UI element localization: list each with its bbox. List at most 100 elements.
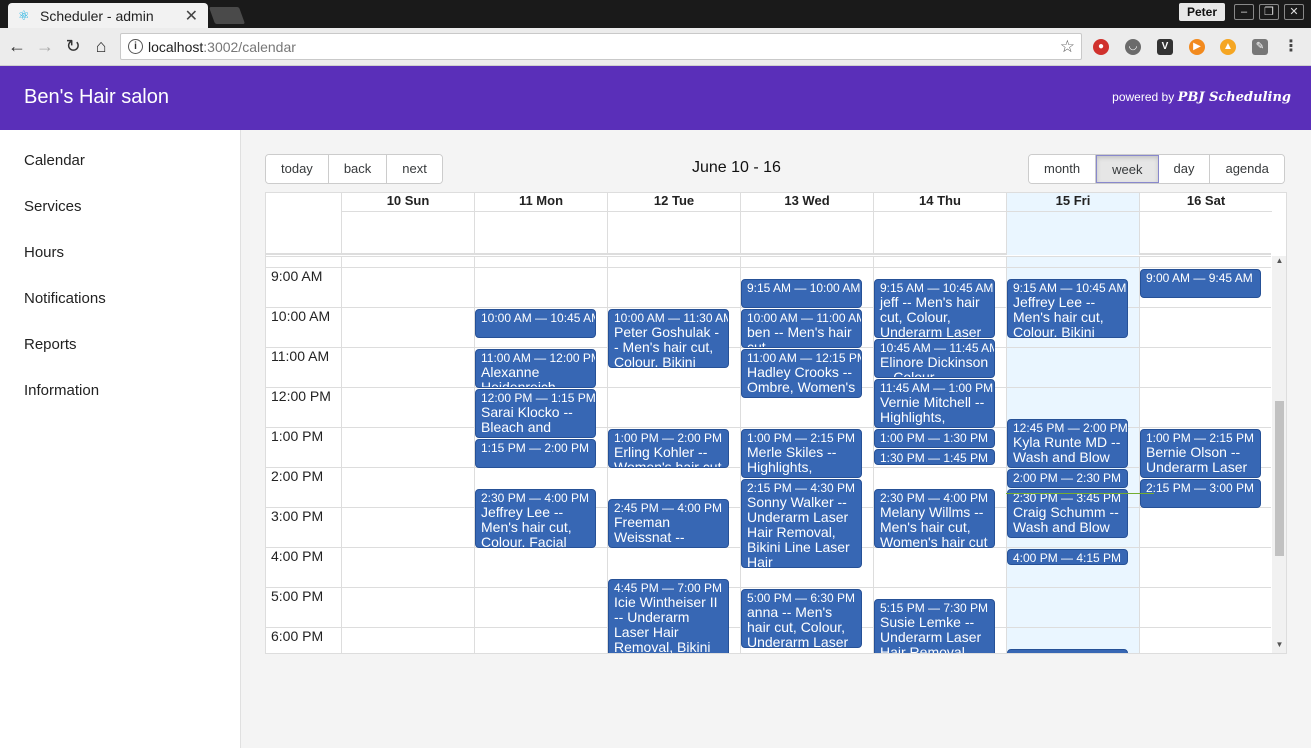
address-bar[interactable]: i localhost:3002/calendar ☆	[120, 33, 1082, 60]
menu-dots-icon[interactable]: ⋮	[1283, 39, 1299, 55]
event-title: Icie Wintheiser II -- Underarm Laser Hai…	[614, 594, 718, 654]
appointment-event[interactable]: 9:15 AM — 10:45 AM jeff -- Men's hair cut…	[874, 279, 995, 338]
day-header-label[interactable]: 14 Thu	[874, 193, 1006, 212]
time-label: 3:00 PM	[271, 508, 324, 524]
time-label: 12:00 PM	[271, 388, 331, 404]
event-title: Alexanne Heidenreich -- Men's hair cut	[481, 364, 569, 388]
appointment-event[interactable]: 9:15 AM — 10:00 AM	[741, 279, 862, 308]
agenda-view-button[interactable]: agenda	[1210, 155, 1284, 183]
close-window-icon[interactable]: ✕	[1284, 4, 1304, 20]
day-header-label[interactable]: 13 Wed	[741, 193, 873, 212]
sidebar-item-reports[interactable]: Reports	[24, 336, 77, 353]
browser-tab[interactable]: ⚛ Scheduler - admin ✕	[8, 3, 208, 28]
appointment-event[interactable]: 2:45 PM — 4:00 PMFreeman Weissnat -- Sha…	[608, 499, 729, 548]
sidebar-item-hours[interactable]: Hours	[24, 244, 64, 261]
vimium-extension-icon[interactable]: V	[1157, 39, 1173, 55]
appointment-event[interactable]: 4:00 PM — 4:15 PM	[1007, 549, 1128, 565]
powered-by-prefix: powered by	[1112, 90, 1175, 104]
appointment-event[interactable]: 5:00 PM — 6:30 PM anna -- Men's hair cut,…	[741, 589, 862, 648]
appointment-event[interactable]: 11:00 AM — 12:00 PM Alexanne Heidenreich …	[475, 349, 596, 388]
appointment-event[interactable]: 2:15 PM — 3:00 PM	[1140, 479, 1261, 508]
week-view-button[interactable]: week	[1096, 155, 1159, 183]
month-view-button[interactable]: month	[1029, 155, 1097, 183]
calendar-scrollbar[interactable]: ▲ ▼	[1272, 256, 1286, 653]
appointment-event[interactable]: 1:00 PM — 2:15 PM Merle Skiles -- Highlig…	[741, 429, 862, 478]
appointment-event[interactable]: 10:00 AM — 11:00 AM ben -- Men's hair cut	[741, 309, 862, 348]
day-header-label[interactable]: 11 Mon	[475, 193, 607, 212]
appointment-event[interactable]: 1:00 PM — 1:30 PM	[874, 429, 995, 448]
sidebar-item-services[interactable]: Services	[24, 198, 82, 215]
today-button[interactable]: today	[266, 155, 329, 183]
appointment-event[interactable]: 1:15 PM — 2:00 PM	[475, 439, 596, 468]
info-icon[interactable]: i	[128, 39, 143, 54]
event-time: 1:15 PM — 2:00 PM	[481, 441, 590, 455]
day-header-column: 13 Wed	[740, 193, 873, 255]
day-header-label[interactable]: 16 Sat	[1140, 193, 1272, 212]
back-arrow-icon[interactable]: ←	[6, 36, 28, 56]
sidebar-item-calendar[interactable]: Calendar	[24, 152, 85, 169]
appointment-event[interactable]: 10:00 AM — 10:45 AM	[475, 309, 596, 338]
appointment-event[interactable]: 1:00 PM — 2:00 PM Erling Kohler -- Women'…	[608, 429, 729, 468]
pbj-logo[interactable]: PBJ Scheduling	[1178, 90, 1291, 105]
home-icon[interactable]: ⌂	[90, 36, 112, 56]
calendar-time-grid[interactable]: 9:00 AM 10:00 AM 11:00 AM 12:00 PM 1:00 PM 2:…	[266, 256, 1271, 653]
day-header-label[interactable]: 15 Fri	[1007, 193, 1139, 212]
event-time: 10:00 AM — 10:45 AM	[481, 311, 596, 325]
url-text[interactable]: localhost:3002/calendar	[148, 39, 296, 55]
sidebar-item-notifications[interactable]: Notifications	[24, 290, 106, 307]
close-tab-icon[interactable]: ✕	[185, 6, 198, 26]
day-header-label[interactable]: 10 Sun	[342, 193, 474, 212]
appointment-event[interactable]: 5:15 PM — 7:30 PM Susie Lemke -- Underarm…	[874, 599, 995, 653]
sidebar-item-information[interactable]: Information	[24, 382, 99, 399]
appointment-event[interactable]: 11:45 AM — 1:00 PM Vernie Mitchell -- Hig…	[874, 379, 995, 428]
appointment-event[interactable]: 12:00 PM — 1:15 PM Sarai Klocko -- Bleach…	[475, 389, 596, 438]
day-header-column: 11 Mon	[474, 193, 607, 255]
reload-icon[interactable]: ↻	[62, 36, 84, 56]
event-time: 2:00 PM — 2:30 PM	[1013, 471, 1122, 485]
event-title: Sonny Walker -- Underarm Laser Hair Remo…	[747, 494, 850, 568]
day-header-label[interactable]: 12 Tue	[608, 193, 740, 212]
appointment-event[interactable]: 9:00 AM — 9:45 AM	[1140, 269, 1261, 298]
forward-arrow-icon[interactable]: →	[34, 36, 56, 56]
time-label: 1:00 PM	[271, 428, 324, 444]
day-view-button[interactable]: day	[1158, 155, 1211, 183]
scrollbar-thumb[interactable]	[1275, 401, 1284, 556]
pen-extension-icon[interactable]: ✎	[1252, 39, 1268, 55]
time-label: 2:00 PM	[271, 468, 324, 484]
event-title: Elinore Dickinson -- Colour	[880, 354, 989, 378]
appointment-event[interactable]: 12:45 PM — 2:00 PM Kyla Runte MD -- Wash …	[1007, 419, 1128, 468]
scroll-up-icon[interactable]: ▲	[1272, 256, 1286, 265]
appointment-event[interactable]: 2:00 PM — 2:30 PM	[1007, 469, 1128, 488]
bookmark-star-icon[interactable]: ☆	[1060, 37, 1075, 57]
event-time: 4:00 PM — 4:15 PM	[1013, 551, 1122, 565]
appointment-event[interactable]: 2:30 PM — 4:00 PM Melany Willms -- Men's …	[874, 489, 995, 548]
appointment-event[interactable]: 10:00 AM — 11:30 AM Peter Goshulak -- Men…	[608, 309, 729, 368]
appointment-event[interactable]: 11:00 AM — 12:15 PM Hadley Crooks -- Ombr…	[741, 349, 862, 398]
appointment-event[interactable]: 2:15 PM — 4:30 PM Sonny Walker -- Underar…	[741, 479, 862, 568]
day-header-column: 12 Tue	[607, 193, 740, 255]
next-button[interactable]: next	[387, 155, 442, 183]
appointment-event[interactable]: 1:30 PM — 1:45 PM	[874, 449, 995, 465]
appointment-event[interactable]: 2:30 PM — 3:45 PM Craig Schumm -- Wash an…	[1007, 489, 1128, 538]
flame-extension-icon[interactable]: ▲	[1220, 39, 1236, 55]
appointment-event[interactable]: 4:45 PM — 7:00 PM Icie Wintheiser II -- U…	[608, 579, 729, 653]
appointment-event[interactable]: 10:45 AM — 11:45 AM Elinore Dickinson -- …	[874, 339, 995, 378]
scroll-down-icon[interactable]: ▼	[1272, 640, 1286, 649]
minimize-icon[interactable]: –	[1234, 4, 1254, 20]
appointment-event[interactable]: 2:30 PM — 4:00 PM Jeffrey Lee -- Men's ha…	[475, 489, 596, 548]
event-title: Merle Skiles -- Highlights, Women's hair…	[747, 444, 854, 478]
play-extension-icon[interactable]: ▶	[1189, 39, 1205, 55]
salon-name[interactable]: Ben's Hair salon	[24, 86, 169, 109]
new-tab-button[interactable]	[208, 7, 246, 24]
browser-tab-strip: ⚛ Scheduler - admin ✕ Peter – ❐ ✕	[0, 0, 1311, 28]
appointment-event[interactable]: 6:30 PM — 7:00 PM	[1007, 649, 1128, 653]
profile-button[interactable]: Peter	[1179, 3, 1226, 21]
back-button[interactable]: back	[328, 155, 388, 183]
adblock-extension-icon[interactable]: ●	[1093, 39, 1109, 55]
appointment-event[interactable]: 1:00 PM — 2:15 PM Bernie Olson -- Underar…	[1140, 429, 1261, 478]
restore-icon[interactable]: ❐	[1259, 4, 1279, 20]
pocket-extension-icon[interactable]: ◡	[1125, 39, 1141, 55]
hour-gridline	[266, 267, 1271, 268]
appointment-event[interactable]: 9:15 AM — 10:45 AM Jeffrey Lee -- Men's h…	[1007, 279, 1128, 338]
day-header-column: 10 Sun	[341, 193, 474, 255]
